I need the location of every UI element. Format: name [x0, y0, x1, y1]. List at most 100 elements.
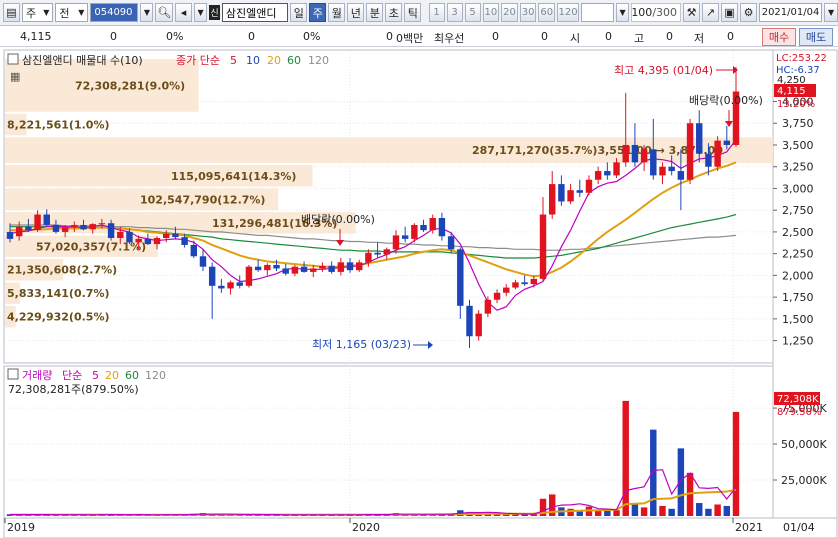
interval-custom-input[interactable]	[581, 3, 615, 22]
volume-panel-menu-icon[interactable]	[7, 368, 19, 380]
period-tick[interactable]: 틱	[404, 3, 422, 22]
candle-body	[208, 266, 216, 286]
candle-body	[52, 224, 60, 232]
interval-30[interactable]: 30	[519, 3, 537, 22]
candle-body	[291, 266, 299, 274]
interval-60[interactable]: 60	[538, 3, 556, 22]
volume-bar	[640, 507, 648, 516]
period-year[interactable]: 년	[347, 3, 365, 22]
price-ma-title: 종가 단순	[176, 54, 220, 67]
current-price: 4,115	[20, 30, 52, 43]
stock-name: 삼진엘앤디	[221, 3, 289, 22]
interval-20[interactable]: 20	[501, 3, 518, 22]
volume-ma-title: 단순	[62, 369, 82, 382]
x-label-2021: 2021	[735, 521, 763, 534]
x-label-2019: 2019	[7, 521, 35, 534]
volume-bar	[668, 508, 675, 516]
candle-body	[328, 265, 335, 272]
candle-body	[153, 238, 161, 245]
period-minute[interactable]: 분	[366, 3, 384, 22]
code-dropdown-icon[interactable]: ▼	[140, 3, 154, 22]
interval-10[interactable]: 10	[482, 3, 500, 22]
candle-body	[199, 256, 207, 267]
price-tick-label: 3,250	[782, 161, 814, 174]
candle-body	[484, 299, 492, 314]
interval-1[interactable]: 1	[428, 3, 445, 22]
candle-body	[181, 237, 188, 245]
candle-body	[493, 292, 501, 300]
candle-body	[245, 266, 253, 286]
volume-profile-label: 115,095,641(14.3%)	[171, 170, 296, 183]
type-select[interactable]: 전 ▼	[55, 3, 89, 22]
candle-body	[503, 287, 510, 293]
sound-dropdown-icon[interactable]: ▼	[194, 3, 208, 22]
current-price-label: 4,115	[777, 86, 806, 97]
candle-body	[89, 224, 96, 230]
indicator-icon[interactable]: ⚒	[683, 3, 701, 22]
priority-label: 최우선	[434, 32, 465, 45]
volume-profile-label: 21,350,608(2.7%)	[7, 264, 117, 277]
interval-3[interactable]: 3	[446, 3, 463, 22]
interval-dropdown-icon[interactable]: ▼	[616, 3, 630, 22]
candle-body	[613, 162, 620, 176]
open-value: 0	[605, 30, 612, 43]
panel-menu-icon[interactable]	[7, 53, 19, 65]
priority-value-2: 0	[541, 30, 548, 43]
lc-label: LC:253.22	[776, 53, 827, 64]
change-value: 0	[110, 30, 117, 43]
low-label: 저	[694, 32, 705, 45]
candle-body	[172, 233, 179, 238]
candle-body	[264, 264, 271, 271]
save-icon[interactable]: ▣	[721, 3, 739, 22]
candle-body	[429, 218, 436, 231]
candle-body	[640, 149, 648, 163]
candle-body	[346, 262, 354, 271]
volume-ma-5: 5	[92, 369, 99, 382]
candle-body	[98, 223, 106, 225]
toolbar: ▤ 주 ▼ 전 ▼ 054090 ▼ 🔍︎ ◂ ▼ 신 삼진엘앤디 일 주 월 년 …	[0, 0, 838, 26]
price-tick-label: 2,500	[782, 226, 814, 239]
chevron-down-icon: ▼	[43, 8, 50, 17]
current-pct-label: 13.20%	[777, 99, 815, 110]
price-panel-title: 삼진엘앤디 매물대 수(10)	[22, 54, 143, 67]
period-week[interactable]: 주	[309, 3, 327, 22]
count-total: /300	[652, 6, 678, 19]
period-second[interactable]: 초	[385, 3, 403, 22]
settings-icon[interactable]: ⚙	[740, 3, 758, 22]
candle-body	[163, 233, 170, 238]
interval-5[interactable]: 5	[464, 3, 481, 22]
period-day[interactable]: 일	[290, 3, 308, 22]
candle-body	[650, 149, 657, 176]
candle-body	[567, 190, 574, 202]
sound-icon[interactable]: ◂	[175, 3, 193, 22]
volume-ma-60: 60	[125, 369, 139, 382]
chart-area[interactable]: 72,308,281(9.0%) 8,221,561(1.0%) 287,171,2…	[0, 48, 838, 538]
volume-profile-label: 72,308,281(9.0%)	[75, 79, 185, 92]
interval-120[interactable]: 120	[557, 3, 579, 22]
market-select[interactable]: 주 ▼	[22, 3, 54, 22]
layout-icon[interactable]: ▦	[10, 70, 20, 83]
candle-body	[548, 184, 556, 215]
candle-body	[686, 123, 694, 180]
trend-tool-icon[interactable]: ↗	[702, 3, 720, 22]
period-month[interactable]: 월	[328, 3, 346, 22]
date-input[interactable]: 2021/01/04	[759, 3, 823, 22]
buy-button[interactable]: 매수	[762, 28, 796, 46]
candle-body	[438, 218, 446, 237]
candle-body	[659, 166, 666, 176]
candle-body	[374, 252, 381, 255]
volume-ma-120: 120	[145, 369, 166, 382]
search-icon[interactable]: 🔍︎	[155, 3, 174, 22]
stock-code-input[interactable]: 054090	[90, 3, 139, 22]
calendar-dropdown-icon[interactable]: ▼	[824, 3, 838, 22]
candle-body	[227, 282, 234, 289]
candle-body	[631, 144, 639, 163]
chart-canvas[interactable]: 72,308,281(9.0%) 8,221,561(1.0%) 287,171,2…	[0, 48, 838, 538]
count-field[interactable]: 100/300	[631, 3, 682, 22]
volume-bar	[723, 505, 731, 516]
candle-body	[319, 265, 326, 269]
price-ma-20: 20	[267, 54, 281, 67]
chart-menu-icon[interactable]: ▤	[3, 3, 20, 22]
volume-bar	[567, 508, 574, 516]
sell-button[interactable]: 매도	[799, 28, 833, 46]
